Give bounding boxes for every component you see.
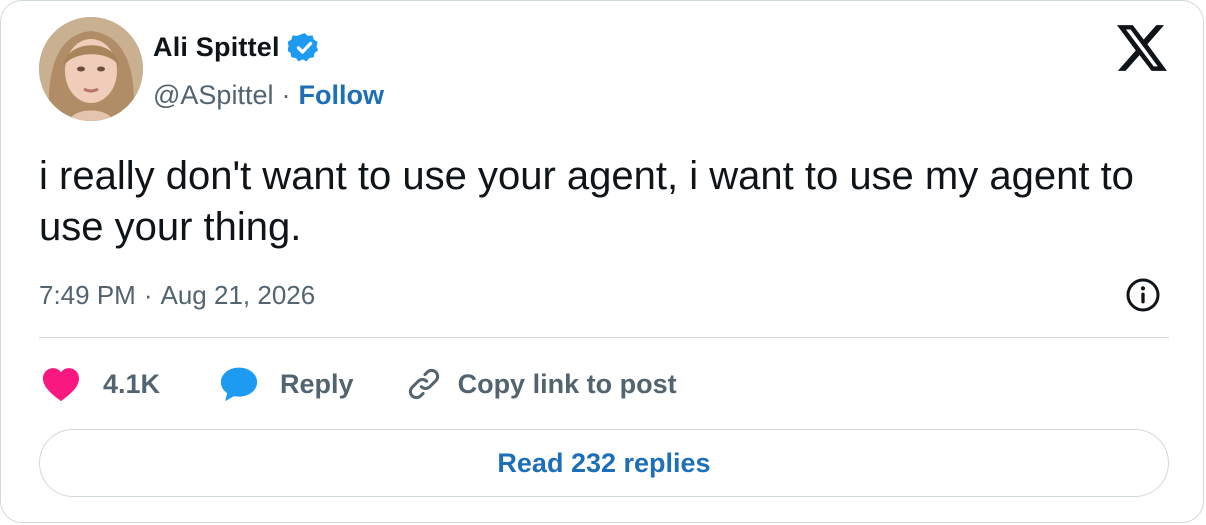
handle-separator: · [281, 79, 291, 110]
author-name-row: Ali Spittel [153, 29, 321, 65]
verified-badge-icon [287, 32, 318, 61]
embedded-post-card: Ali Spittel @ASpittel · Follow i really … [0, 0, 1204, 523]
heart-icon [43, 368, 79, 402]
info-icon[interactable] [1125, 277, 1161, 313]
read-replies-button[interactable]: Read 232 replies [39, 429, 1169, 497]
x-logo-icon[interactable] [1117, 25, 1167, 71]
author-handle[interactable]: @ASpittel [153, 80, 273, 111]
like-button[interactable]: 4.1K [41, 366, 160, 402]
post-time: 7:49 PM [39, 279, 136, 310]
link-icon [408, 368, 439, 400]
speech-bubble-icon [220, 367, 258, 402]
copy-link-label: Copy link to post [457, 368, 677, 399]
avatar-photo [39, 17, 143, 121]
author-handle-row: @ASpittel · Follow [153, 75, 384, 115]
author-display-name[interactable]: Ali Spittel [153, 32, 280, 63]
post-date: Aug 21, 2026 [160, 279, 316, 310]
action-bar: 4.1K Reply Copy link to post [41, 361, 677, 407]
copy-link-button[interactable]: Copy link to post [406, 366, 677, 402]
reply-label: Reply [280, 368, 354, 399]
divider [39, 337, 1169, 338]
timestamp-separator: · [143, 279, 153, 310]
reply-button[interactable]: Reply [218, 365, 354, 403]
follow-link[interactable]: Follow [298, 80, 383, 111]
post-timestamp[interactable]: 7:49 PM · Aug 21, 2026 [39, 275, 315, 315]
like-count: 4.1K [103, 368, 161, 399]
avatar[interactable] [39, 17, 143, 121]
post-text: i really don't want to use your agent, i… [39, 154, 1134, 249]
